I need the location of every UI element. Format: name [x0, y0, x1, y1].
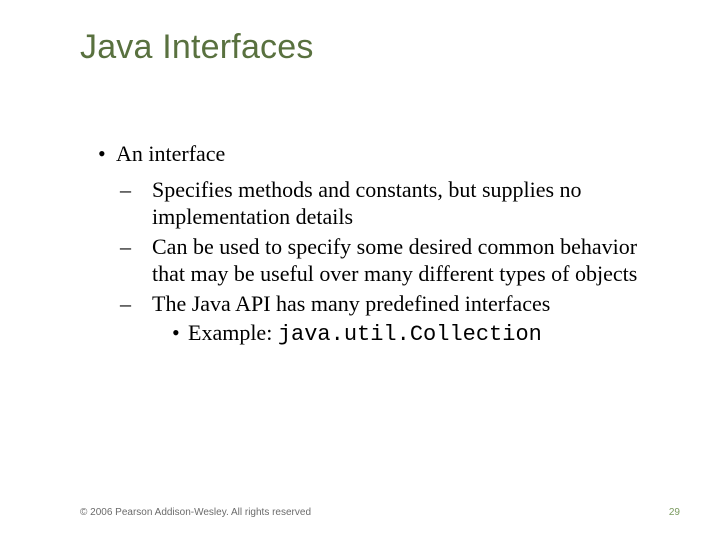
slide: Java Interfaces •An interface –Specifies…	[0, 0, 720, 540]
slide-body: •An interface –Specifies methods and con…	[98, 140, 660, 351]
bullet-level1: •An interface	[98, 140, 660, 168]
dash-icon: –	[136, 233, 152, 261]
footer-page-number: 29	[669, 507, 680, 518]
bullet-level3-prefix: Example:	[188, 320, 278, 345]
bullet-level2-text: The Java API has many predefined interfa…	[152, 291, 550, 316]
bullet-dot-icon: •	[98, 140, 116, 168]
dash-icon: –	[136, 290, 152, 318]
bullet-level2-text: Specifies methods and constants, but sup…	[152, 177, 582, 230]
bullet-level2: –The Java API has many predefined interf…	[136, 290, 660, 318]
bullet-level1-text: An interface	[116, 141, 225, 166]
bullet-level3-code: java.util.Collection	[278, 322, 542, 347]
bullet-level2: –Specifies methods and constants, but su…	[136, 176, 660, 231]
bullet-level2-text: Can be used to specify some desired comm…	[152, 234, 637, 287]
slide-title: Java Interfaces	[80, 28, 314, 67]
bullet-dot-icon: •	[172, 319, 188, 347]
bullet-level3: •Example: java.util.Collection	[172, 319, 660, 349]
bullet-level2: –Can be used to specify some desired com…	[136, 233, 660, 288]
footer-copyright: © 2006 Pearson Addison-Wesley. All right…	[80, 507, 311, 518]
dash-icon: –	[136, 176, 152, 204]
